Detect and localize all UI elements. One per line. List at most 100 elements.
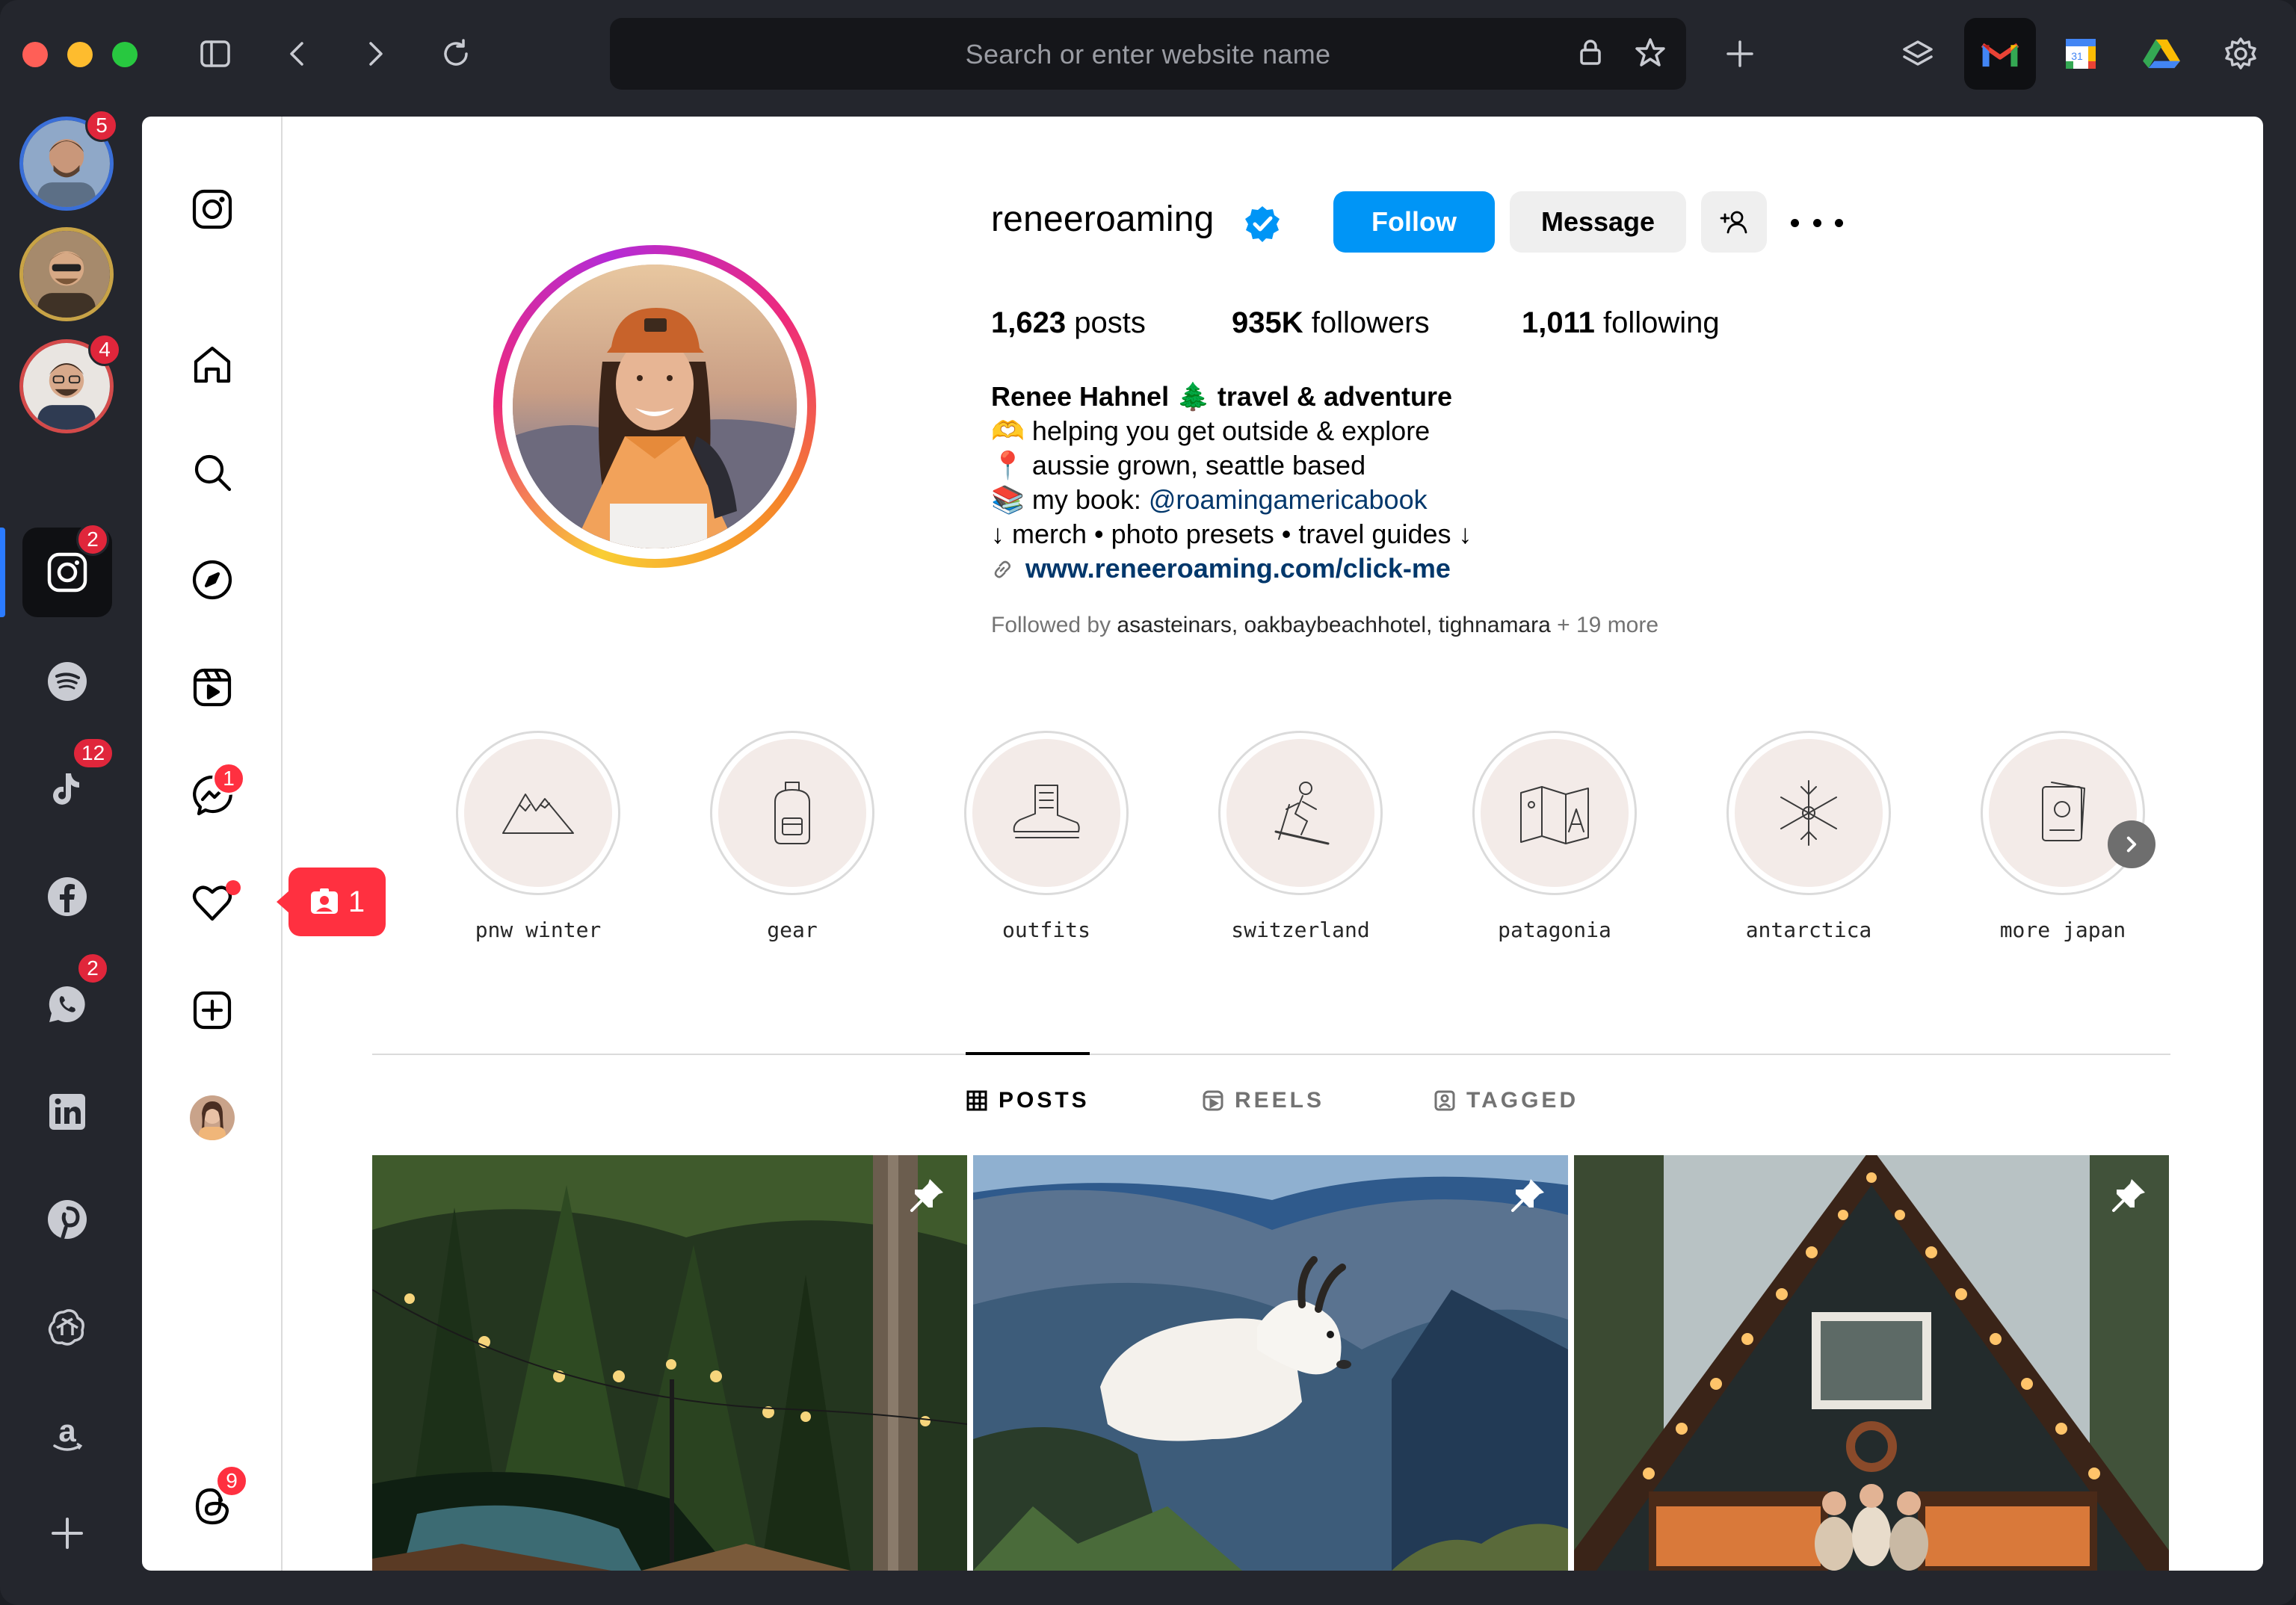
- create-post-icon[interactable]: [185, 983, 239, 1037]
- tab-tagged[interactable]: TAGGED: [1434, 1088, 1578, 1113]
- layers-icon[interactable]: [1891, 27, 1945, 81]
- tab-reels[interactable]: REELS: [1202, 1088, 1324, 1113]
- dock-add-app-icon[interactable]: [22, 1488, 112, 1578]
- highlight-item[interactable]: antarctica: [1726, 731, 1891, 942]
- dock-active-indicator: [0, 528, 5, 617]
- message-button[interactable]: Message: [1510, 191, 1686, 253]
- explore-compass-icon[interactable]: [185, 553, 239, 607]
- dock-badge-user1: 5: [85, 109, 118, 142]
- post-thumbnail[interactable]: [973, 1155, 1568, 1571]
- gmail-extension-icon[interactable]: [1964, 18, 2036, 90]
- chevron-right-icon: [2126, 836, 2137, 853]
- profile-story-ring[interactable]: [493, 245, 816, 568]
- map-icon: [1520, 786, 1589, 844]
- dock-badge-whatsapp: 2: [76, 952, 109, 985]
- highlights-next-button[interactable]: [2108, 820, 2155, 868]
- mountain-goat-photo: [973, 1155, 1568, 1571]
- tagged-icon: [1434, 1090, 1455, 1111]
- reels-icon[interactable]: [185, 661, 239, 714]
- forward-icon[interactable]: [348, 27, 402, 81]
- link-icon: [994, 560, 1011, 578]
- sidebar-toggle-icon[interactable]: [188, 27, 242, 81]
- dock-linkedin-icon[interactable]: [22, 1067, 112, 1157]
- more-options-icon[interactable]: [1791, 208, 1843, 238]
- new-tab-icon[interactable]: [1713, 27, 1767, 81]
- highlight-label: more japan: [1999, 918, 2126, 942]
- svg-text:31: 31: [2071, 50, 2083, 62]
- boot-icon: [1013, 785, 1080, 838]
- dock-facebook-icon[interactable]: [22, 852, 112, 941]
- threads-badge: 9: [215, 1465, 248, 1497]
- search-icon[interactable]: [185, 445, 239, 499]
- profile-photo: [513, 265, 797, 548]
- highlight-item[interactable]: gear: [710, 731, 874, 942]
- suggest-people-button[interactable]: [1701, 191, 1767, 253]
- post-thumbnail[interactable]: [1574, 1155, 2169, 1571]
- instagram-logo-icon[interactable]: [185, 182, 239, 236]
- backpack-icon: [774, 782, 810, 844]
- address-placeholder: Search or enter website name: [965, 39, 1331, 69]
- dock-chatgpt-icon[interactable]: [22, 1282, 112, 1372]
- home-icon[interactable]: [185, 338, 239, 392]
- profile-username: reneeroaming: [991, 200, 1215, 239]
- highlight-item[interactable]: switzerland: [1218, 731, 1383, 942]
- bio-line-2: 📍 aussie grown, seattle based: [991, 450, 1366, 480]
- highlight-label: switzerland: [1231, 918, 1370, 942]
- dock-badge-tiktok: 12: [72, 737, 115, 770]
- dock-badge-instagram: 2: [76, 523, 109, 556]
- dock-spotify-icon[interactable]: [22, 637, 112, 726]
- forest-photo: [372, 1155, 967, 1571]
- instagram-nav: 1 9: [142, 117, 283, 1571]
- bio-book-link[interactable]: @roamingamericabook: [1149, 484, 1428, 515]
- settings-gear-icon[interactable]: [2214, 27, 2268, 81]
- followed-by-text[interactable]: Followed by asasteinars, oakbaybeachhote…: [991, 613, 1658, 638]
- post-thumbnail[interactable]: [372, 1155, 967, 1571]
- drive-extension-icon[interactable]: [2126, 18, 2197, 90]
- tab-active-indicator: [966, 1052, 1090, 1055]
- highlight-label: outfits: [1002, 918, 1090, 942]
- follow-button[interactable]: Follow: [1333, 191, 1495, 253]
- highlight-label: patagonia: [1498, 918, 1611, 942]
- mountain-icon: [502, 794, 574, 834]
- verified-badge-icon: [1245, 206, 1280, 242]
- highlight-label: gear: [767, 918, 818, 942]
- bio-line-3: 📚 my book: @roamingamericabook: [991, 484, 1428, 515]
- svg-text:a: a: [58, 1413, 76, 1448]
- highlight-label: antarctica: [1745, 918, 1872, 942]
- dock-pinterest-icon[interactable]: [22, 1175, 112, 1264]
- notification-popup[interactable]: 1: [277, 868, 386, 936]
- bio-name-line: Renee Hahnel 🌲 travel & adventure: [991, 381, 1453, 412]
- highlight-label: pnw winter: [475, 918, 602, 942]
- calendar-extension-icon[interactable]: 31: [2045, 18, 2117, 90]
- back-icon[interactable]: [271, 27, 324, 81]
- add-person-icon: [1720, 211, 1747, 234]
- address-bar[interactable]: Search or enter website name: [610, 18, 1686, 90]
- profile-avatar-icon[interactable]: [185, 1091, 239, 1145]
- dock-badge-user3: 4: [88, 333, 121, 366]
- reels-tab-icon: [1203, 1090, 1223, 1111]
- tab-posts[interactable]: POSTS: [966, 1088, 1090, 1113]
- pinned-icon: [910, 1179, 943, 1212]
- maximize-window-button[interactable]: [112, 42, 138, 67]
- highlight-item[interactable]: patagonia: [1472, 731, 1637, 942]
- person-card-icon: [310, 888, 338, 914]
- bookmark-star-icon[interactable]: [1634, 36, 1670, 72]
- stat-following[interactable]: 1,011 following: [1522, 306, 1720, 340]
- notification-popup-count: 1: [348, 885, 365, 918]
- close-window-button[interactable]: [22, 42, 48, 67]
- dock-amazon-icon[interactable]: a: [22, 1390, 112, 1479]
- stat-followers[interactable]: 935K followers: [1232, 306, 1430, 340]
- reload-icon[interactable]: [429, 27, 483, 81]
- highlight-item[interactable]: pnw winter: [456, 731, 620, 942]
- pinned-icon: [1511, 1179, 1544, 1212]
- stat-posts[interactable]: 1,623 posts: [991, 306, 1146, 340]
- notification-dot: [226, 880, 241, 895]
- lock-icon: [1574, 36, 1610, 72]
- profile-avatar-user2[interactable]: [19, 227, 114, 321]
- messages-badge: 1: [212, 762, 245, 795]
- highlight-item[interactable]: outfits: [964, 731, 1129, 942]
- passport-icon: [2042, 782, 2085, 841]
- bio-website-link[interactable]: www.reneeroaming.com/click-me: [991, 553, 1451, 584]
- minimize-window-button[interactable]: [67, 42, 93, 67]
- tabs-divider: [372, 1054, 2170, 1055]
